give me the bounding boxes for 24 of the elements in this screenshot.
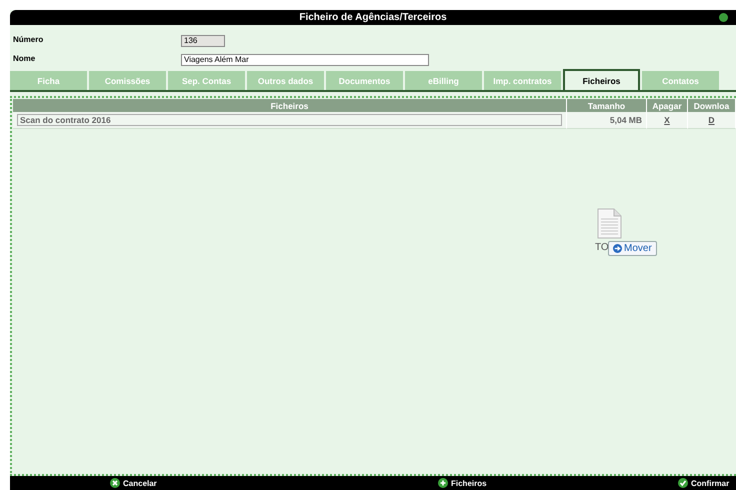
confirm-button[interactable]: Confirmar	[678, 478, 730, 488]
arrow-right-icon	[613, 244, 622, 253]
check-circle-icon	[678, 478, 688, 488]
field-label: Número	[13, 34, 44, 44]
column-header: Downloa	[688, 99, 736, 112]
column-header: Apagar	[647, 99, 688, 112]
status-dot-icon	[719, 13, 728, 22]
window-title: Ficheiro de Agências/Terceiros	[299, 12, 447, 23]
column-header: Ficheiros	[13, 99, 567, 112]
download-link[interactable]: D	[708, 115, 715, 125]
column-header: Tamanho	[567, 99, 647, 112]
file-name-field: Scan do contrato 2016	[17, 114, 562, 126]
cross-circle-icon	[110, 478, 120, 488]
plus-circle-icon	[438, 478, 448, 488]
field-label: Nome	[13, 54, 36, 62]
delete-link[interactable]: X	[664, 115, 670, 125]
tab[interactable]: Ficheiros	[563, 69, 640, 90]
document-icon	[597, 208, 622, 239]
cancel-button[interactable]: Cancelar	[110, 478, 157, 488]
table-cell: 5,04 MB	[567, 112, 647, 129]
input-field[interactable]: Viagens Além Mar	[181, 54, 429, 66]
tooltip-text: Mover	[624, 243, 652, 254]
file-label: TO	[595, 242, 609, 253]
add-files-button[interactable]: Ficheiros	[438, 478, 487, 488]
